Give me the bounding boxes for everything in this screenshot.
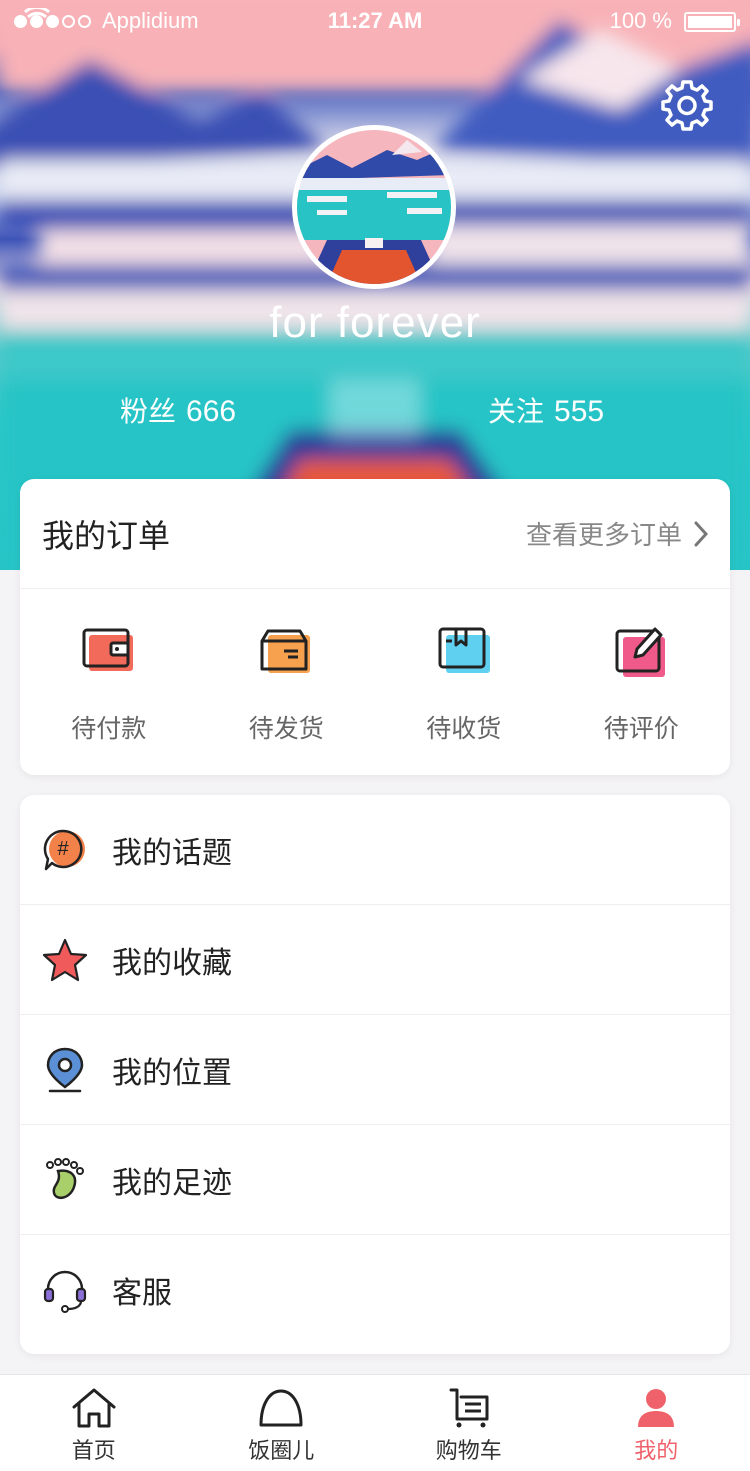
package-icon	[438, 627, 490, 673]
settings-gear-icon[interactable]	[660, 78, 714, 132]
view-more-orders-link[interactable]: 查看更多订单	[526, 515, 708, 552]
follow-count: 555	[554, 395, 605, 428]
wallet-icon	[82, 628, 133, 671]
user-icon	[638, 1389, 675, 1427]
menu-item-topics-label: 我的话题	[112, 835, 232, 871]
menu-card: # 我的话题 我的收藏 我的位置 我的足迹 客服	[20, 795, 730, 1354]
tab-fanquan-label: 饭圈儿	[248, 1439, 315, 1464]
chevron-right-icon	[694, 521, 708, 546]
menu-item-footprints-label: 我的足迹	[112, 1165, 232, 1201]
headset-icon	[43, 1270, 87, 1313]
order-pending-review-label: 待评价	[603, 714, 679, 743]
order-pending-payment-label: 待付款	[71, 714, 147, 743]
orders-header: 我的订单 查看更多订单	[20, 479, 730, 589]
edit-icon	[615, 627, 666, 677]
order-pending-shipment[interactable]: 待发货	[198, 589, 376, 775]
menu-item-location-label: 我的位置	[112, 1055, 232, 1091]
circle-icon	[259, 1389, 303, 1427]
fans-label: 粉丝	[120, 395, 177, 428]
star-icon	[42, 938, 88, 981]
tab-home-label: 首页	[71, 1439, 116, 1464]
tab-mine[interactable]: 我的	[563, 1375, 750, 1471]
tab-fanquan[interactable]: 饭圈儿	[188, 1375, 376, 1471]
avatar[interactable]	[292, 125, 456, 289]
orders-title: 我的订单	[42, 516, 171, 555]
topic-icon: #	[43, 829, 85, 870]
menu-item-customer-service-label: 客服	[112, 1276, 172, 1311]
menu-item-topics[interactable]: # 我的话题	[20, 795, 730, 905]
tab-bar: 首页 饭圈儿 购物车 我的	[0, 1374, 750, 1471]
avatar-illustration-icon	[297, 130, 451, 284]
tab-mine-label: 我的	[634, 1439, 679, 1464]
fans-count: 666	[186, 395, 237, 428]
menu-item-footprints[interactable]: 我的足迹	[20, 1125, 730, 1235]
status-bar: Applidium 11:27 AM 100 %	[0, 0, 750, 40]
menu-item-favorites-label: 我的收藏	[112, 945, 232, 981]
home-icon	[72, 1388, 116, 1428]
username: for forever	[269, 298, 481, 347]
footprint-icon	[46, 1157, 84, 1199]
battery-icon	[684, 12, 740, 32]
order-status-row: 待付款 待发货 待收货 待评价	[20, 589, 730, 775]
battery-percent: 100 %	[609, 8, 672, 33]
tab-cart-label: 购物车	[435, 1439, 502, 1464]
svg-text:#: #	[57, 838, 69, 860]
menu-item-favorites[interactable]: 我的收藏	[20, 905, 730, 1015]
view-more-orders-label: 查看更多订单	[525, 521, 682, 551]
order-pending-shipment-label: 待发货	[248, 714, 324, 743]
order-pending-receipt-label: 待收货	[426, 714, 502, 743]
follow-label: 关注	[488, 395, 545, 428]
order-pending-payment[interactable]: 待付款	[20, 589, 198, 775]
fans-stat[interactable]: 粉丝 666	[120, 390, 236, 430]
box-icon	[260, 629, 311, 673]
menu-item-location[interactable]: 我的位置	[20, 1015, 730, 1125]
order-pending-receipt[interactable]: 待收货	[375, 589, 553, 775]
tab-home[interactable]: 首页	[0, 1375, 188, 1471]
orders-card: 我的订单 查看更多订单 待付款 待发货 待收货 待评价	[20, 479, 730, 775]
cart-icon	[449, 1388, 489, 1428]
order-pending-review[interactable]: 待评价	[553, 589, 731, 775]
tab-cart[interactable]: 购物车	[375, 1375, 563, 1471]
location-icon	[46, 1047, 84, 1092]
menu-item-customer-service[interactable]: 客服	[20, 1235, 730, 1345]
follow-stat[interactable]: 关注 555	[488, 390, 604, 430]
